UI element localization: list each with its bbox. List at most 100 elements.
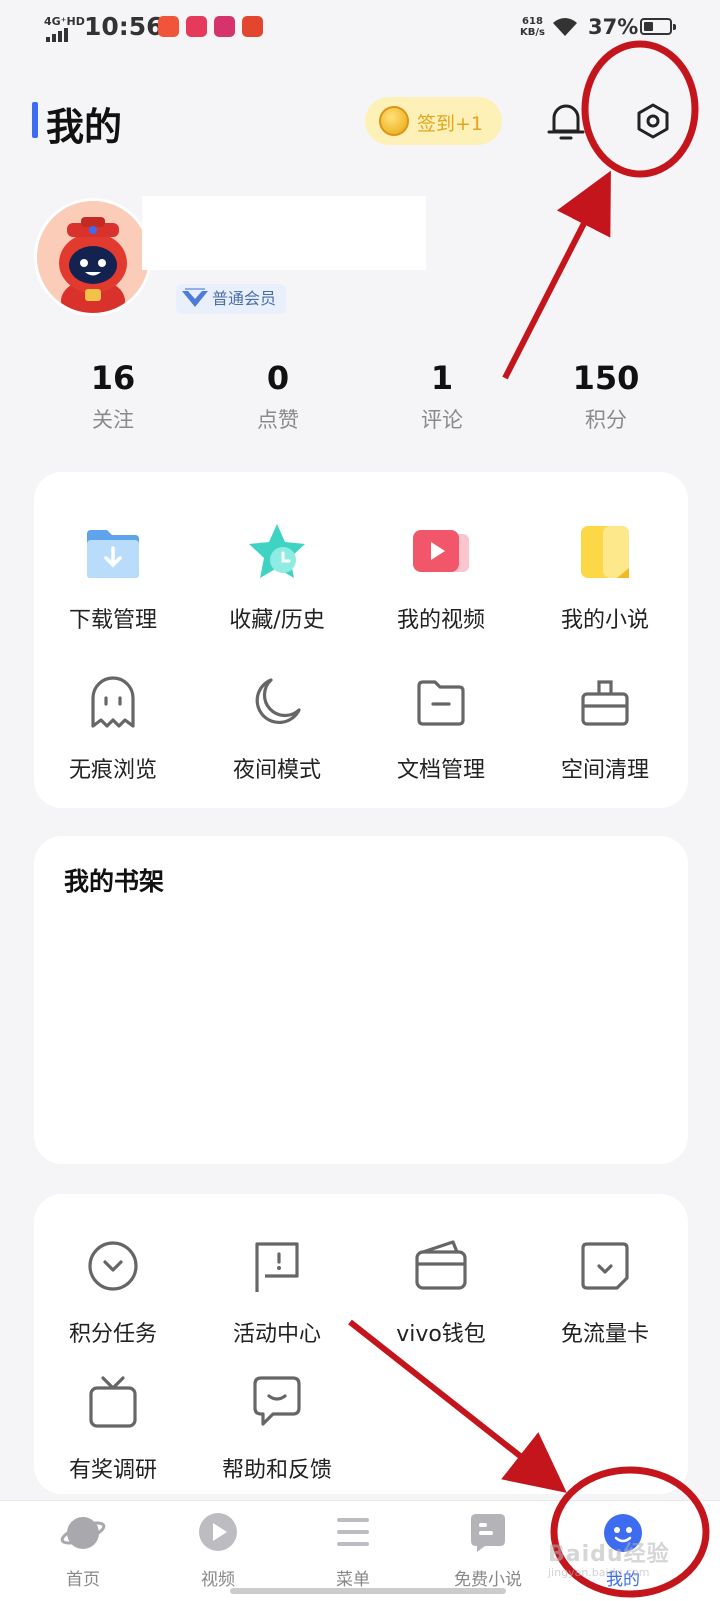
service-survey[interactable]: 有奖调研 bbox=[38, 1370, 188, 1484]
tool-my-novels[interactable]: 我的小说 bbox=[530, 520, 680, 634]
member-level-label: 普通会员 bbox=[212, 289, 277, 308]
stat-label: 积分 bbox=[585, 408, 627, 432]
settings-icon[interactable] bbox=[634, 102, 672, 140]
page-title: 我的 bbox=[46, 105, 123, 149]
stat-value: 0 bbox=[266, 359, 290, 397]
tool-document-manager[interactable]: 文档管理 bbox=[366, 670, 516, 784]
status-bar: 4G⁺HD 10:56 618 KB/s 37% bbox=[0, 0, 720, 56]
service-label: 有奖调研 bbox=[68, 1458, 157, 1483]
stat-points[interactable]: 150 积分 bbox=[546, 360, 666, 434]
stat-value: 16 bbox=[90, 359, 136, 397]
service-label: 帮助和反馈 bbox=[221, 1458, 332, 1483]
sim-card-icon bbox=[581, 1242, 629, 1290]
service-free-data-card[interactable]: 免流量卡 bbox=[530, 1234, 680, 1348]
tool-favorites-history[interactable]: 收藏/历史 bbox=[202, 520, 352, 634]
app-notification-icon bbox=[214, 16, 235, 37]
avatar[interactable] bbox=[34, 198, 152, 316]
book-bubble-icon bbox=[471, 1514, 505, 1552]
bell-icon[interactable] bbox=[546, 100, 586, 144]
nav-free-novels[interactable]: 免费小说 bbox=[443, 1509, 533, 1590]
service-label: 活动中心 bbox=[232, 1322, 321, 1347]
stat-comments[interactable]: 1 评论 bbox=[382, 360, 502, 434]
nav-label: 免费小说 bbox=[454, 1570, 522, 1590]
status-time: 10:56 bbox=[84, 12, 164, 41]
stat-label: 点赞 bbox=[257, 408, 299, 432]
services-card: 积分任务 活动中心 vivo钱包 免流量卡 有奖调研 帮助和反馈 bbox=[34, 1194, 688, 1494]
tool-incognito[interactable]: 无痕浏览 bbox=[38, 670, 188, 784]
service-label: 积分任务 bbox=[68, 1322, 157, 1347]
service-help-feedback[interactable]: 帮助和反馈 bbox=[202, 1370, 352, 1484]
watermark-sub: jingyan.baidu.com bbox=[548, 1566, 650, 1579]
service-activity-center[interactable]: 活动中心 bbox=[202, 1234, 352, 1348]
service-label: vivo钱包 bbox=[396, 1322, 486, 1347]
tool-label: 收藏/历史 bbox=[229, 608, 325, 633]
flag-icon bbox=[255, 1242, 299, 1292]
service-points-tasks[interactable]: 积分任务 bbox=[38, 1234, 188, 1348]
annotation-arrow-settings bbox=[502, 170, 611, 380]
tool-label: 下载管理 bbox=[68, 608, 157, 633]
points-circle-icon bbox=[88, 1241, 138, 1291]
book-icon bbox=[581, 526, 629, 578]
play-circle-icon bbox=[199, 1513, 237, 1551]
download-folder-icon bbox=[87, 530, 139, 578]
nav-menu[interactable]: 菜单 bbox=[308, 1509, 398, 1590]
network-speed: 618 KB/s bbox=[520, 16, 545, 38]
chat-bubble-icon bbox=[253, 1376, 301, 1426]
service-vivo-wallet[interactable]: vivo钱包 bbox=[366, 1234, 516, 1348]
menu-icon bbox=[337, 1518, 369, 1546]
tool-storage-cleanup[interactable]: 空间清理 bbox=[530, 670, 680, 784]
watermark: Baidu经验 bbox=[548, 1542, 670, 1567]
checkin-button[interactable]: 签到+1 bbox=[365, 97, 502, 145]
briefcase-icon bbox=[581, 680, 629, 726]
home-indicator[interactable] bbox=[230, 1588, 506, 1594]
app-notification-icon bbox=[242, 16, 263, 37]
stat-label: 关注 bbox=[92, 408, 134, 432]
moon-icon bbox=[255, 678, 301, 724]
checkin-label: 签到+1 bbox=[417, 113, 484, 135]
nav-label: 视频 bbox=[201, 1570, 235, 1590]
battery-level bbox=[644, 22, 653, 31]
stat-value: 150 bbox=[572, 359, 640, 397]
tool-label: 我的视频 bbox=[396, 608, 485, 633]
star-clock-icon bbox=[249, 524, 305, 578]
app-notification-icon bbox=[158, 16, 179, 37]
stat-likes[interactable]: 0 点赞 bbox=[218, 360, 338, 434]
ghost-icon bbox=[91, 676, 135, 728]
signal-icon bbox=[46, 28, 68, 42]
bookshelf-title: 我的书架 bbox=[64, 867, 165, 896]
folder-icon bbox=[417, 680, 465, 726]
stat-value: 1 bbox=[430, 359, 454, 397]
stat-label: 评论 bbox=[421, 408, 463, 432]
nav-label: 菜单 bbox=[336, 1570, 370, 1590]
network-indicator: 4G⁺HD bbox=[44, 15, 85, 28]
bookshelf-card[interactable]: 我的书架 bbox=[34, 836, 688, 1164]
tool-label: 我的小说 bbox=[560, 608, 649, 633]
tool-label: 文档管理 bbox=[396, 758, 485, 783]
tool-download-manager[interactable]: 下载管理 bbox=[38, 520, 188, 634]
service-label: 免流量卡 bbox=[560, 1322, 649, 1347]
tool-label: 无痕浏览 bbox=[68, 758, 157, 783]
network-speed-value: 618 bbox=[522, 16, 543, 27]
wifi-icon bbox=[553, 18, 577, 36]
mascot-avatar-icon bbox=[37, 201, 149, 313]
title-accent-bar bbox=[32, 102, 38, 138]
wallet-icon bbox=[415, 1240, 467, 1290]
coin-icon bbox=[379, 106, 409, 136]
nav-video[interactable]: 视频 bbox=[173, 1509, 263, 1590]
tool-my-videos[interactable]: 我的视频 bbox=[366, 520, 516, 634]
planet-icon bbox=[60, 1517, 106, 1549]
tool-night-mode[interactable]: 夜间模式 bbox=[202, 670, 352, 784]
network-speed-unit: KB/s bbox=[520, 27, 545, 38]
tool-label: 空间清理 bbox=[560, 758, 649, 783]
username-redacted bbox=[142, 196, 426, 270]
tv-gift-icon bbox=[89, 1376, 137, 1428]
tools-card: 下载管理 收藏/历史 我的视频 我的小说 无痕浏览 夜间模式 文档管理 空间清理 bbox=[34, 472, 688, 808]
nav-home[interactable]: 首页 bbox=[38, 1509, 128, 1590]
stat-following[interactable]: 16 关注 bbox=[53, 360, 173, 434]
vip-shield-icon bbox=[182, 288, 208, 307]
member-level-badge[interactable]: 普通会员 bbox=[176, 284, 287, 314]
app-notification-icon bbox=[186, 16, 207, 37]
battery-icon bbox=[640, 18, 676, 35]
video-icon bbox=[413, 530, 469, 572]
tool-label: 夜间模式 bbox=[232, 758, 321, 783]
